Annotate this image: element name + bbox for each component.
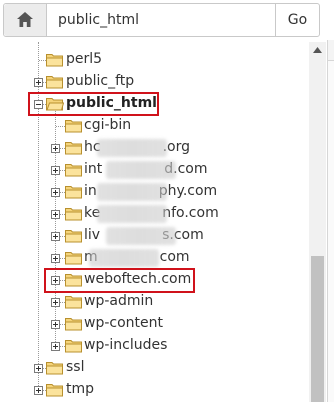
- tree-item-wp-content-label[interactable]: wp-content: [84, 315, 163, 331]
- highlight-box-weboftech: [44, 268, 195, 293]
- home-icon: [17, 12, 33, 27]
- folder-icon[interactable]: [65, 206, 83, 221]
- path-input[interactable]: [50, 6, 270, 34]
- tree-connector: [56, 126, 65, 127]
- folder-icon[interactable]: [65, 228, 83, 243]
- path-bar: Go: [3, 3, 320, 37]
- scroll-thumb[interactable]: [311, 256, 324, 402]
- redaction-blur: [105, 161, 176, 179]
- redaction-blur: [97, 205, 168, 223]
- folder-icon[interactable]: [46, 360, 64, 375]
- expand-tmp-toggle-icon[interactable]: [34, 386, 43, 395]
- redaction-blur: [88, 249, 159, 267]
- label-visible-end: com: [159, 249, 190, 265]
- redaction-blur: [97, 139, 168, 157]
- file-list-header-edge: [328, 40, 334, 61]
- tree-scrollbar[interactable]: [309, 42, 326, 402]
- label-visible-end: nfo.com: [162, 205, 219, 221]
- expand-wp-admin-toggle-icon[interactable]: [51, 298, 60, 307]
- tree-item-perl5-label[interactable]: perl5: [66, 51, 102, 67]
- folder-icon[interactable]: [65, 250, 83, 265]
- expand-domain-4-toggle-icon[interactable]: [51, 210, 60, 219]
- tree-item-ssl-label[interactable]: ssl: [66, 359, 84, 375]
- tree-item-wp-includes-label[interactable]: wp-includes: [84, 337, 167, 353]
- folder-icon[interactable]: [46, 74, 64, 89]
- expand-domain-1-toggle-icon[interactable]: [51, 144, 60, 153]
- label-visible-end: phy.com: [158, 183, 218, 199]
- folder-icon[interactable]: [65, 162, 83, 177]
- folder-icon[interactable]: [65, 184, 83, 199]
- expand-domain-2-toggle-icon[interactable]: [51, 166, 60, 175]
- go-button[interactable]: Go: [275, 4, 319, 36]
- folder-icon[interactable]: [65, 316, 83, 331]
- file-list-edge: [327, 40, 334, 402]
- folder-icon[interactable]: [65, 338, 83, 353]
- tree-item-tmp-label[interactable]: tmp: [66, 381, 94, 397]
- label-visible-start: liv: [84, 227, 101, 243]
- expand-wp-includes-toggle-icon[interactable]: [51, 342, 60, 351]
- folder-icon[interactable]: [65, 118, 83, 133]
- tree-item-cgi-bin-label[interactable]: cgi-bin: [84, 117, 131, 133]
- folder-icon[interactable]: [65, 294, 83, 309]
- tree-item-public_ftp-label[interactable]: public_ftp: [66, 73, 134, 89]
- label-visible-start: in: [84, 183, 97, 199]
- expand-ssl-toggle-icon[interactable]: [34, 364, 43, 373]
- tree-connector: [39, 60, 46, 61]
- expand-wp-content-toggle-icon[interactable]: [51, 320, 60, 329]
- tree-item-wp-admin-label[interactable]: wp-admin: [84, 293, 153, 309]
- expand-public_ftp-toggle-icon[interactable]: [34, 78, 43, 87]
- scroll-up-arrow-icon[interactable]: [309, 42, 326, 58]
- folder-icon[interactable]: [46, 52, 64, 67]
- folder-icon[interactable]: [65, 140, 83, 155]
- folder-icon[interactable]: [46, 382, 64, 397]
- directory-tree: perl5 public_ftp public_html cgi-bin hc .org i…: [0, 42, 308, 402]
- highlight-box-public_html: [28, 92, 159, 116]
- redaction-blur: [97, 183, 168, 201]
- label-visible-start: int: [84, 161, 103, 177]
- expand-domain-5-toggle-icon[interactable]: [51, 232, 60, 241]
- home-button[interactable]: [4, 4, 47, 36]
- expand-domain-6-toggle-icon[interactable]: [51, 254, 60, 263]
- redaction-blur: [105, 227, 176, 245]
- expand-domain-3-toggle-icon[interactable]: [51, 188, 60, 197]
